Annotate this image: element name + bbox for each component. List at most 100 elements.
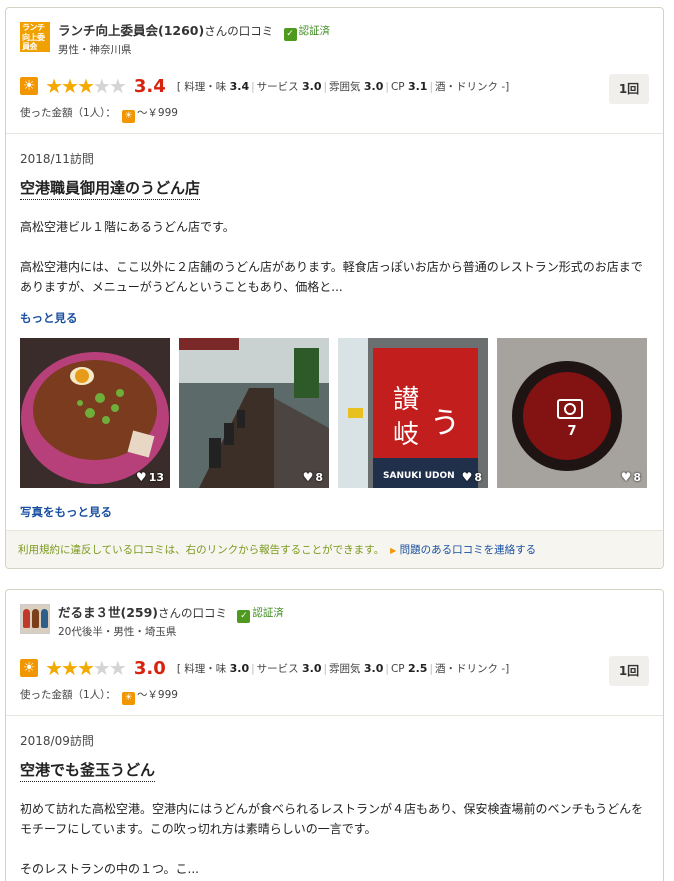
review-paragraph-gap	[20, 237, 650, 257]
verified-badge: ✓ 認証済	[237, 605, 284, 623]
like-count-text: 8	[474, 471, 482, 484]
like-count-text: 8	[633, 471, 641, 484]
reviewer-name-line: ランチ向上委員会(1260)さんの口コミ ✓ 認証済	[58, 20, 330, 41]
review-card: ランチ向上委員会 ランチ向上委員会(1260)さんの口コミ ✓ 認証済 男性・神奈…	[5, 7, 664, 569]
heart-icon: ♥	[302, 470, 314, 484]
review-paragraph-gap	[20, 839, 650, 859]
atmosphere-score: 3.0	[363, 79, 384, 93]
verified-badge: ✓ 認証済	[283, 23, 331, 41]
review-paragraph: そのレストランの中の１つ。こ...	[20, 862, 199, 876]
food-label: [ 料理・味	[176, 80, 227, 93]
verified-icon: ✓	[237, 610, 251, 623]
visit-date: 2018/09訪問	[20, 734, 94, 748]
food-score: 3.4	[229, 79, 250, 93]
review-photo-more[interactable]: 7 ♥ 8	[497, 338, 647, 488]
visit-count-badge[interactable]: 1回	[609, 656, 649, 686]
photo-like-count: ♥ 8	[462, 470, 482, 484]
photo-like-count: ♥ 8	[303, 470, 323, 484]
reviewer-demographics: 20代後半・男性・埼玉県	[58, 626, 177, 638]
logo-photo-icon	[497, 338, 647, 488]
svg-text:讃: 讃	[393, 385, 419, 415]
cp-score: 2.5	[407, 661, 428, 675]
review-photo[interactable]: ♥ 8	[179, 338, 329, 488]
visit-count-badge[interactable]: 1回	[609, 74, 649, 104]
atmosphere-score: 3.0	[363, 661, 384, 675]
divider	[6, 715, 663, 716]
review-title[interactable]: 空港職員御用達のうどん店	[20, 177, 201, 200]
reviewer-name-line: だるま３世(259)さんの口コミ ✓ 認証済	[58, 602, 284, 623]
cp-label: CP	[390, 80, 405, 93]
atmosphere-label: 雰囲気	[329, 662, 361, 675]
review-title[interactable]: 空港でも釜玉うどん	[20, 759, 156, 782]
review-paragraph: 高松空港ビル１階にあるうどん店です。	[20, 220, 235, 234]
svg-text:う: う	[430, 406, 460, 441]
reviewer-avatar[interactable]: ランチ向上委員会	[20, 22, 50, 52]
star-filled-icon: ★★★	[45, 74, 95, 98]
beef-udon-photo-icon	[20, 338, 170, 488]
rating-stars: ★★★★★	[45, 74, 127, 98]
review-header: ランチ向上委員会 ランチ向上委員会(1260)さんの口コミ ✓ 認証済 男性・神奈…	[6, 8, 663, 64]
divider	[6, 133, 663, 134]
photo-like-count: ♥ 8	[621, 470, 641, 484]
reviewer-demographics: 男性・神奈川県	[58, 44, 132, 56]
food-label: [ 料理・味	[176, 662, 227, 675]
more-photos-link[interactable]: 写真をもっと見る	[20, 504, 112, 520]
atmosphere-label: 雰囲気	[329, 80, 361, 93]
heart-icon: ♥	[135, 470, 147, 484]
review-body: 高松空港ビル１階にあるうどん店です。 高松空港内には、ここ以外に２店舗のうどん店…	[20, 217, 650, 297]
report-bar: 利用規約に違反している口コミは、右のリンクから報告することができます。 ▶ 問題の…	[6, 530, 663, 568]
rating-score: 3.0	[133, 657, 166, 679]
svg-text:岐: 岐	[393, 420, 419, 450]
verified-icon: ✓	[283, 28, 297, 41]
udon-sign-photo-icon: 讃 岐 う SANUKI UDON	[338, 338, 488, 488]
heart-icon: ♥	[620, 470, 632, 484]
rating-stars: ★★★★★	[45, 656, 127, 680]
price-value: ～￥999	[136, 689, 178, 701]
verified-label: 認証済	[298, 25, 331, 37]
price-label: 使った金額（1人）：	[20, 107, 116, 119]
review-header: だるま３世(259)さんの口コミ ✓ 認証済 20代後半・男性・埼玉県	[6, 590, 663, 646]
service-score: 3.0	[302, 661, 322, 675]
read-more-link[interactable]: もっと見る	[20, 310, 78, 326]
report-note: 利用規約に違反している口コミは、右のリンクから報告することができます。	[18, 544, 385, 556]
more-photos-count: 7	[567, 424, 577, 439]
lunch-sun-icon: ☀	[20, 77, 38, 95]
rating-details: [ 料理・味 3.4 | サービス 3.0 | 雰囲気 3.0 | CP 3.1 | 酒・ドリン…	[176, 79, 510, 93]
report-link[interactable]: 問題のある口コミを連絡する	[400, 544, 537, 556]
reviewer-name-link[interactable]: だるま３世(259)	[58, 605, 158, 620]
price-label: 使った金額（1人）：	[20, 689, 116, 701]
svg-text:SANUKI UDON: SANUKI UDON	[383, 471, 455, 481]
reviewer-name-link[interactable]: ランチ向上委員会(1260)	[58, 23, 204, 38]
review-photo[interactable]: ♥ 13	[20, 338, 170, 488]
interior-photo-icon	[179, 338, 329, 488]
photo-like-count: ♥ 13	[136, 470, 164, 484]
price-value: ～￥999	[136, 107, 178, 119]
star-empty-icon: ★★	[92, 656, 127, 680]
price-line: 使った金額（1人）： ☀ ～￥999	[20, 687, 178, 705]
reviewer-avatar[interactable]	[20, 604, 50, 634]
cp-label: CP	[390, 662, 405, 675]
drink-label: 酒・ドリンク -]	[435, 662, 510, 675]
drink-label: 酒・ドリンク -]	[435, 80, 510, 93]
reviewer-suffix: さんの口コミ	[204, 24, 274, 38]
lunch-sun-icon: ☀	[20, 659, 38, 677]
review-paragraph: 高松空港内には、ここ以外に２店舗のうどん店があります。軽食店っぽいお店から普通の…	[20, 260, 643, 294]
lunch-price-icon: ☀	[121, 692, 135, 705]
star-filled-icon: ★★★	[45, 656, 95, 680]
service-score: 3.0	[302, 79, 322, 93]
visit-date: 2018/11訪問	[20, 152, 94, 166]
review-photo[interactable]: 讃 岐 う SANUKI UDON ♥ 8	[338, 338, 488, 488]
rating-row: ☀ ★★★★★ 3.4 [ 料理・味 3.4 | サービス 3.0 | 雰囲気 3.0 |…	[20, 74, 650, 98]
service-label: サービス	[256, 80, 299, 93]
food-score: 3.0	[229, 661, 250, 675]
like-count-text: 8	[315, 471, 323, 484]
avatar-text: ランチ向上委員会	[22, 23, 45, 51]
review-paragraph: 初めて訪れた高松空港。空港内にはうどんが食べられるレストランが４店もあり、保安検…	[20, 802, 644, 836]
rating-details: [ 料理・味 3.0 | サービス 3.0 | 雰囲気 3.0 | CP 2.5 | 酒・ドリン…	[176, 661, 510, 675]
like-count-text: 13	[148, 471, 164, 484]
rating-score: 3.4	[133, 75, 166, 97]
price-line: 使った金額（1人）： ☀ ～￥999	[20, 105, 178, 123]
cp-score: 3.1	[407, 79, 428, 93]
rating-row: ☀ ★★★★★ 3.0 [ 料理・味 3.0 | サービス 3.0 | 雰囲気 3.0 |…	[20, 656, 650, 680]
reviewer-suffix: さんの口コミ	[158, 606, 228, 620]
